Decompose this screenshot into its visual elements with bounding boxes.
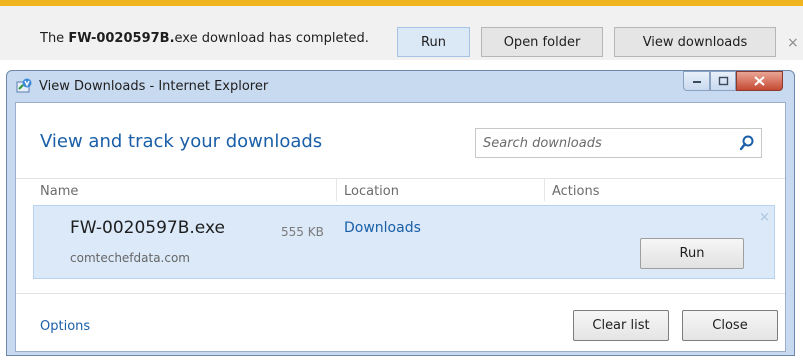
clear-list-button[interactable]: Clear list: [573, 310, 669, 341]
column-header-name: Name: [40, 184, 79, 199]
search-box[interactable]: [475, 128, 762, 158]
footer-divider: [16, 293, 785, 294]
notification-filename: FW-0020597B.: [68, 31, 175, 46]
download-run-button[interactable]: Run: [640, 238, 744, 269]
search-icon[interactable]: [738, 134, 756, 152]
close-icon: [754, 76, 765, 86]
download-notification-bar: The FW-0020597B.exe download has complet…: [0, 0, 803, 60]
notification-close-icon[interactable]: ×: [787, 35, 799, 51]
download-location-link[interactable]: Downloads: [344, 220, 421, 236]
close-window-button[interactable]: [736, 71, 783, 91]
view-downloads-button[interactable]: View downloads: [614, 27, 776, 57]
close-button[interactable]: Close: [682, 310, 778, 341]
maximize-icon: [718, 76, 728, 86]
download-size: 555 KB: [281, 225, 324, 239]
download-source-domain: comtechefdata.com: [70, 251, 190, 265]
dismiss-download-icon[interactable]: ×: [759, 210, 770, 225]
download-row[interactable]: FW-0020597B.exe 555 KB comtechefdata.com…: [33, 205, 775, 279]
column-header-location: Location: [344, 184, 399, 199]
minimize-button[interactable]: [683, 71, 710, 91]
options-link[interactable]: Options: [40, 319, 90, 334]
ie-downloads-icon: [16, 78, 32, 93]
downloads-panel: View and track your downloads Name Locat…: [15, 102, 786, 352]
view-downloads-window: View Downloads - Internet Explorer View …: [6, 70, 795, 356]
window-title: View Downloads - Internet Explorer: [39, 79, 269, 94]
notification-run-button[interactable]: Run: [397, 27, 470, 57]
open-folder-button[interactable]: Open folder: [481, 27, 603, 57]
search-input[interactable]: [476, 129, 731, 157]
maximize-button[interactable]: [710, 71, 736, 91]
column-header-actions: Actions: [552, 184, 600, 199]
header-divider: [16, 178, 785, 179]
page-title: View and track your downloads: [40, 131, 323, 152]
column-separator: [336, 178, 337, 201]
column-separator: [544, 178, 545, 201]
minimize-icon: [692, 81, 701, 83]
notification-message: The FW-0020597B.exe download has complet…: [40, 31, 369, 46]
download-filename: FW-0020597B.exe: [70, 218, 225, 238]
